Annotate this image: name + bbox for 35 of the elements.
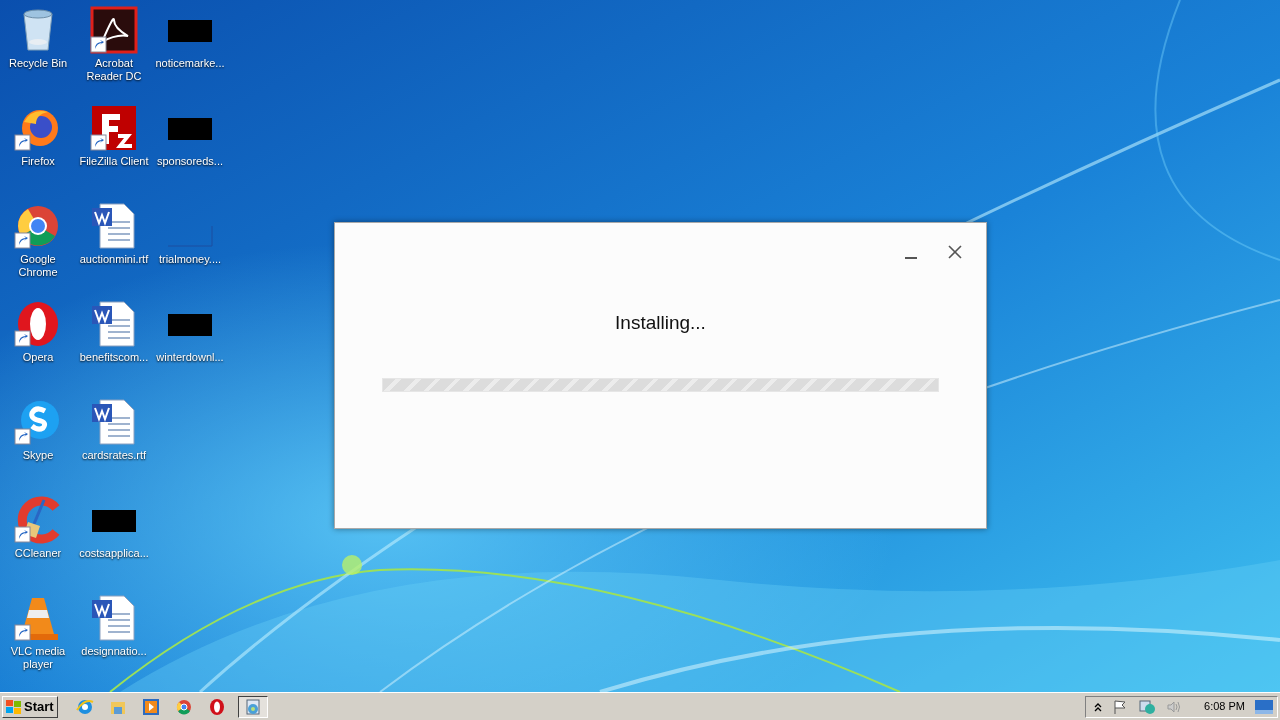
opera-icon[interactable] [207,697,226,716]
icon-label[interactable]: Skype [22,449,54,462]
app-icon[interactable] [90,300,138,348]
icon-label[interactable]: cardsrates.rtf [81,449,147,462]
app-icon[interactable] [90,6,138,54]
status-message: Installing... [615,311,706,335]
icon-label[interactable]: VLC media player [0,645,76,671]
show-hidden-icon[interactable] [1094,701,1103,712]
icon-label[interactable]: Recycle Bin [8,57,68,70]
icon-label[interactable]: Acrobat Reader DC [76,57,152,83]
icon-label[interactable]: sponsoreds... [156,155,223,168]
windows-logo-icon [6,699,22,714]
icon-label[interactable]: Opera [22,351,54,364]
icon-label[interactable]: noticemarke... [155,57,225,70]
icon-label[interactable]: costsapplica... [79,547,149,560]
icon-label[interactable]: FileZilla Client [79,155,149,168]
show-desktop-icon[interactable] [1255,699,1273,714]
icon-label[interactable]: Google Chrome [0,253,76,279]
browser-icon[interactable] [75,697,94,716]
app-icon[interactable] [90,104,138,152]
app-icon[interactable] [90,398,138,446]
start-button[interactable]: Start [2,695,58,718]
chrome-icon[interactable] [174,697,193,716]
icon-label[interactable]: trialmoney.... [158,253,222,266]
icon-label[interactable]: auctionmini.rtf [79,253,149,266]
icon-label[interactable]: designnatio... [81,645,147,658]
icon-label[interactable]: benefitscom... [79,351,149,364]
icon-label[interactable]: winterdownl... [156,351,224,364]
taskbar-button[interactable] [237,695,268,718]
app-icon[interactable] [90,594,138,642]
clock[interactable]: 6:08 PM [1204,698,1245,715]
app-icon[interactable] [90,202,138,250]
icon-label[interactable]: CCleaner [14,547,62,560]
media-player-icon[interactable] [141,697,160,716]
icon-label[interactable]: Firefox [21,155,55,168]
